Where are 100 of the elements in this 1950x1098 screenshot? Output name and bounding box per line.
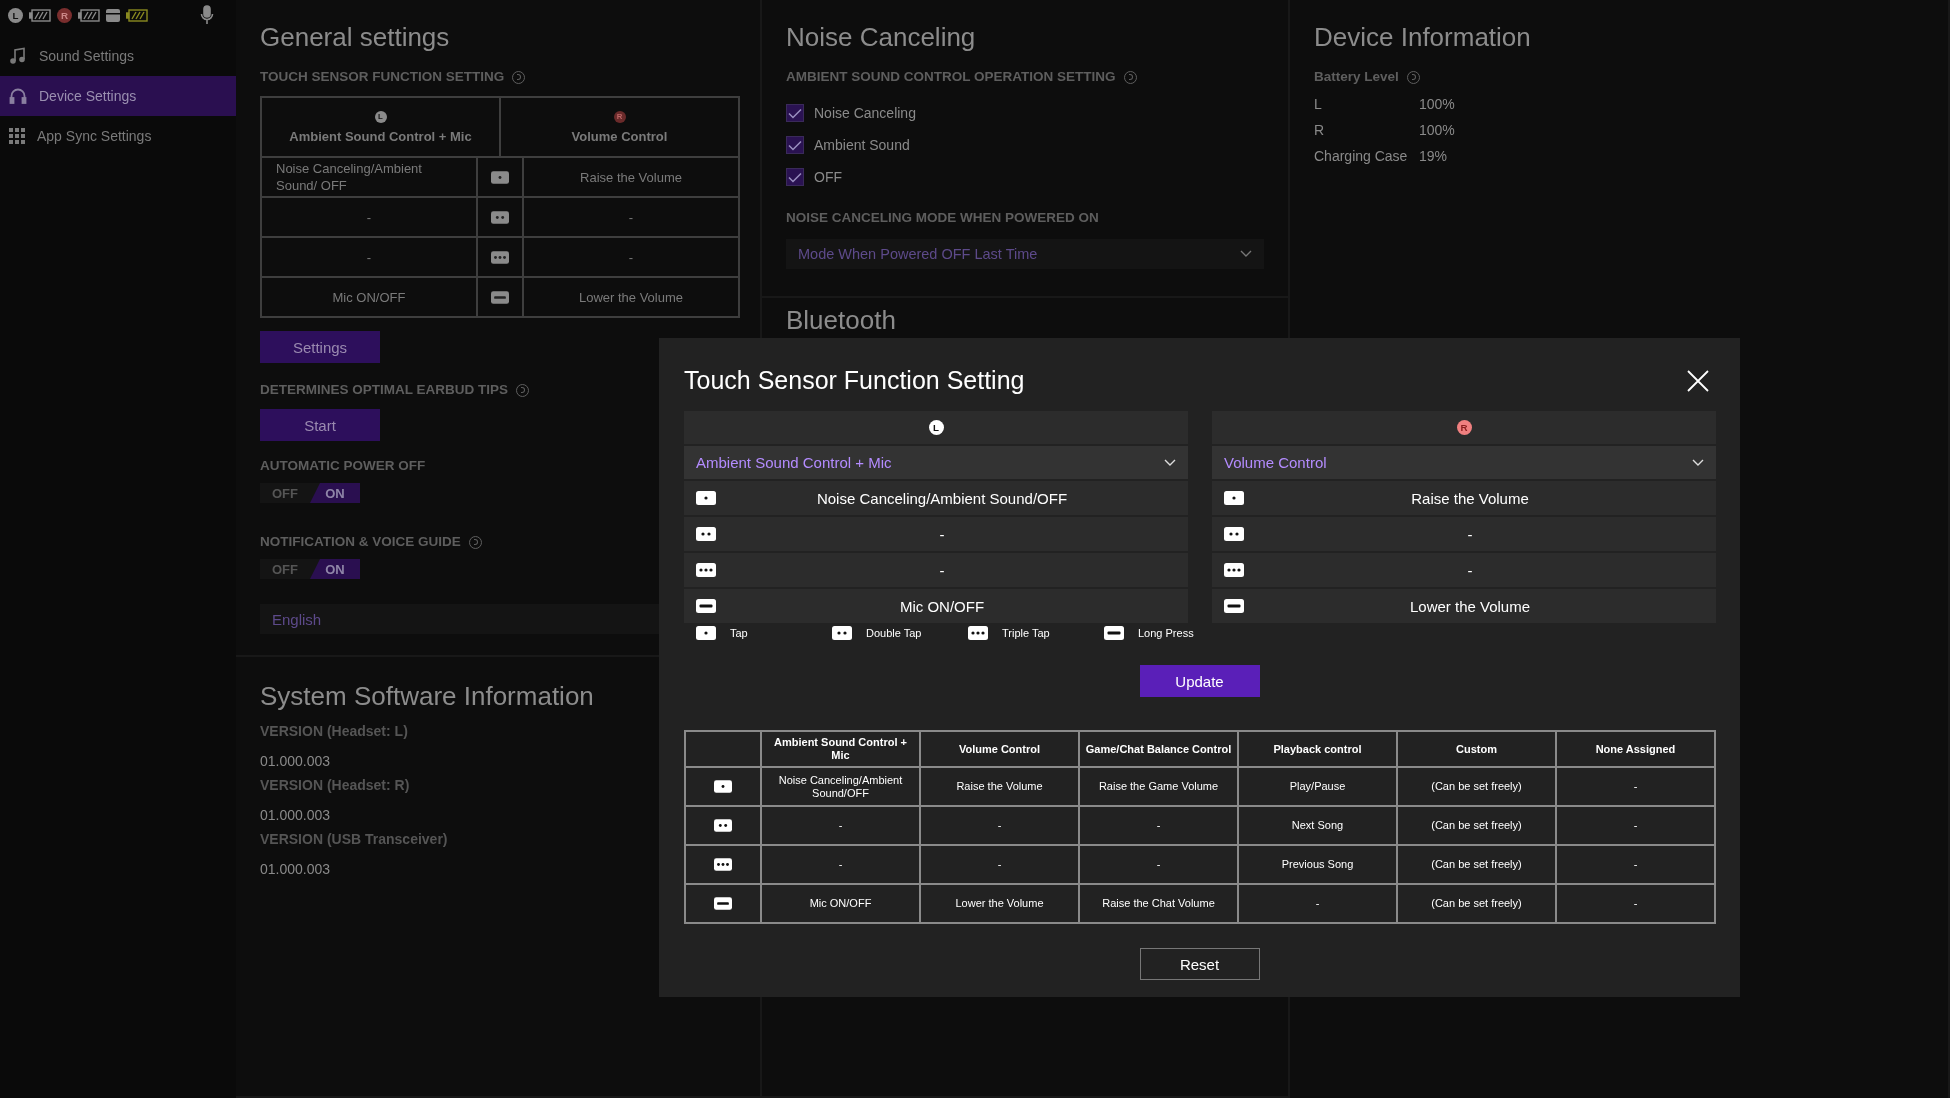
checkbox[interactable] bbox=[786, 104, 804, 122]
table-cell: - bbox=[762, 807, 919, 844]
chevron-down-icon bbox=[1692, 458, 1704, 467]
table-cell: Raise the Volume bbox=[524, 158, 738, 196]
function-text: - bbox=[938, 525, 946, 543]
function-text: Lower the Volume bbox=[1408, 597, 1532, 615]
version-value: 01.000.003 bbox=[260, 860, 331, 879]
function-text: - bbox=[1466, 561, 1474, 579]
table-header: Volume Control bbox=[921, 732, 1078, 766]
section-label: NOISE CANCELING MODE WHEN POWERED ON bbox=[786, 209, 1099, 227]
table-cell: Lower the Volume bbox=[524, 278, 738, 316]
table-header: Game/Chat Balance Control bbox=[1080, 732, 1237, 766]
left-earbud-badge: L bbox=[8, 7, 23, 23]
double-tap-icon bbox=[696, 527, 716, 541]
charging-case-icon bbox=[106, 8, 120, 22]
table-cell: - bbox=[762, 846, 919, 883]
section-title: Device Information bbox=[1314, 22, 1532, 52]
legend-label: Triple Tap bbox=[1002, 627, 1050, 639]
section-label: NOTIFICATION & VOICE GUIDE bbox=[260, 533, 461, 551]
double-tap-icon bbox=[832, 626, 852, 640]
long-press-icon bbox=[491, 290, 509, 304]
battery-name: R bbox=[1314, 122, 1326, 138]
battery-value: 19% bbox=[1419, 148, 1449, 164]
tap-icon bbox=[696, 626, 716, 640]
function-text: Noise Canceling/Ambient Sound/OFF bbox=[815, 489, 1069, 507]
table-cell: Mic ON/OFF bbox=[762, 885, 919, 922]
right-earbud-badge: R bbox=[1456, 420, 1472, 435]
triple-tap-icon bbox=[491, 250, 509, 264]
dialog-title: Touch Sensor Function Setting bbox=[684, 365, 1025, 396]
sidebar-item[interactable]: App Sync Settings bbox=[0, 116, 236, 156]
music-note-icon bbox=[9, 47, 27, 65]
table-header: Volume Control bbox=[571, 128, 668, 144]
close-button[interactable] bbox=[1686, 369, 1710, 393]
function-dropdown[interactable]: Ambient Sound Control + Mic bbox=[684, 446, 1188, 479]
version-value: 01.000.003 bbox=[260, 806, 331, 825]
sidebar-item[interactable]: Device Settings bbox=[0, 76, 236, 116]
headphones-icon bbox=[9, 87, 27, 105]
version-label: VERSION (Headset: L) bbox=[260, 722, 408, 741]
tap-icon bbox=[491, 170, 509, 184]
triple-tap-icon bbox=[714, 858, 732, 871]
section-label: AMBIENT SOUND CONTROL OPERATION SETTING bbox=[786, 68, 1116, 86]
table-cell: (Can be set freely) bbox=[1398, 846, 1555, 883]
long-press-icon bbox=[696, 599, 716, 613]
checkbox[interactable] bbox=[786, 168, 804, 186]
battery-value: 100% bbox=[1419, 96, 1456, 112]
table-cell: Raise the Game Volume bbox=[1080, 768, 1237, 805]
table-header: Ambient Sound Control + Mic bbox=[762, 732, 919, 766]
section-title: General settings bbox=[260, 22, 451, 52]
section-label: TOUCH SENSOR FUNCTION SETTING bbox=[260, 68, 505, 86]
section-title: System Software Information bbox=[260, 681, 595, 711]
table-cell: - bbox=[1557, 846, 1714, 883]
long-press-icon bbox=[714, 897, 732, 910]
tap-icon bbox=[714, 780, 732, 793]
table-cell: Noise Canceling/Ambient Sound/ OFF bbox=[262, 158, 476, 196]
long-press-icon bbox=[1224, 599, 1244, 613]
chevron-down-icon bbox=[1164, 458, 1176, 467]
table-cell: Lower the Volume bbox=[921, 885, 1078, 922]
table-cell: - bbox=[262, 238, 476, 276]
left-earbud-badge: L bbox=[928, 420, 944, 435]
table-cell: (Can be set freely) bbox=[1398, 885, 1555, 922]
table-cell: - bbox=[524, 238, 738, 276]
table-cell: Noise Canceling/Ambient Sound/OFF bbox=[762, 768, 919, 805]
double-tap-icon bbox=[714, 819, 732, 832]
right-earbud-badge: R bbox=[57, 7, 72, 23]
battery-icon bbox=[29, 8, 51, 22]
table-cell: Next Song bbox=[1239, 807, 1396, 844]
update-button[interactable]: Update bbox=[1139, 665, 1260, 697]
table-cell: (Can be set freely) bbox=[1398, 768, 1555, 805]
function-dropdown[interactable]: Volume Control bbox=[1212, 446, 1716, 479]
section-label: DETERMINES OPTIMAL EARBUD TIPS bbox=[260, 381, 509, 399]
table-cell: - bbox=[921, 807, 1078, 844]
table-cell: - bbox=[1080, 846, 1237, 883]
reset-button[interactable]: Reset bbox=[1139, 948, 1260, 980]
settings-button[interactable]: Settings bbox=[260, 331, 380, 363]
toggle-switch[interactable]: OFF ON bbox=[260, 483, 360, 503]
table-cell: Mic ON/OFF bbox=[262, 278, 476, 316]
function-text: - bbox=[938, 561, 946, 579]
microphone-icon[interactable] bbox=[200, 5, 214, 25]
checkbox[interactable] bbox=[786, 136, 804, 154]
table-cell: - bbox=[1239, 885, 1396, 922]
table-header: None Assigned bbox=[1557, 732, 1714, 766]
table-header: Custom bbox=[1398, 732, 1555, 766]
double-tap-icon bbox=[1224, 527, 1244, 541]
battery-name: L bbox=[1314, 96, 1323, 112]
section-title: Noise Canceling bbox=[786, 22, 977, 52]
checkbox-label: Noise Canceling bbox=[814, 105, 916, 121]
tap-icon bbox=[1224, 491, 1244, 505]
table-cell: Play/Pause bbox=[1239, 768, 1396, 805]
start-button[interactable]: Start bbox=[260, 409, 380, 441]
table-cell: Previous Song bbox=[1239, 846, 1396, 883]
section-label: Battery Level bbox=[1314, 68, 1399, 86]
table-header: Ambient Sound Control + Mic bbox=[289, 128, 472, 144]
toggle-switch[interactable]: OFF ON bbox=[260, 559, 360, 579]
grid-icon bbox=[9, 128, 25, 144]
battery-value: 100% bbox=[1419, 122, 1456, 138]
sidebar-item[interactable]: Sound Settings bbox=[0, 36, 236, 76]
checkbox-label: Ambient Sound bbox=[814, 137, 910, 153]
tap-icon bbox=[696, 491, 716, 505]
version-value: 01.000.003 bbox=[260, 752, 331, 771]
legend-label: Long Press bbox=[1138, 627, 1194, 639]
